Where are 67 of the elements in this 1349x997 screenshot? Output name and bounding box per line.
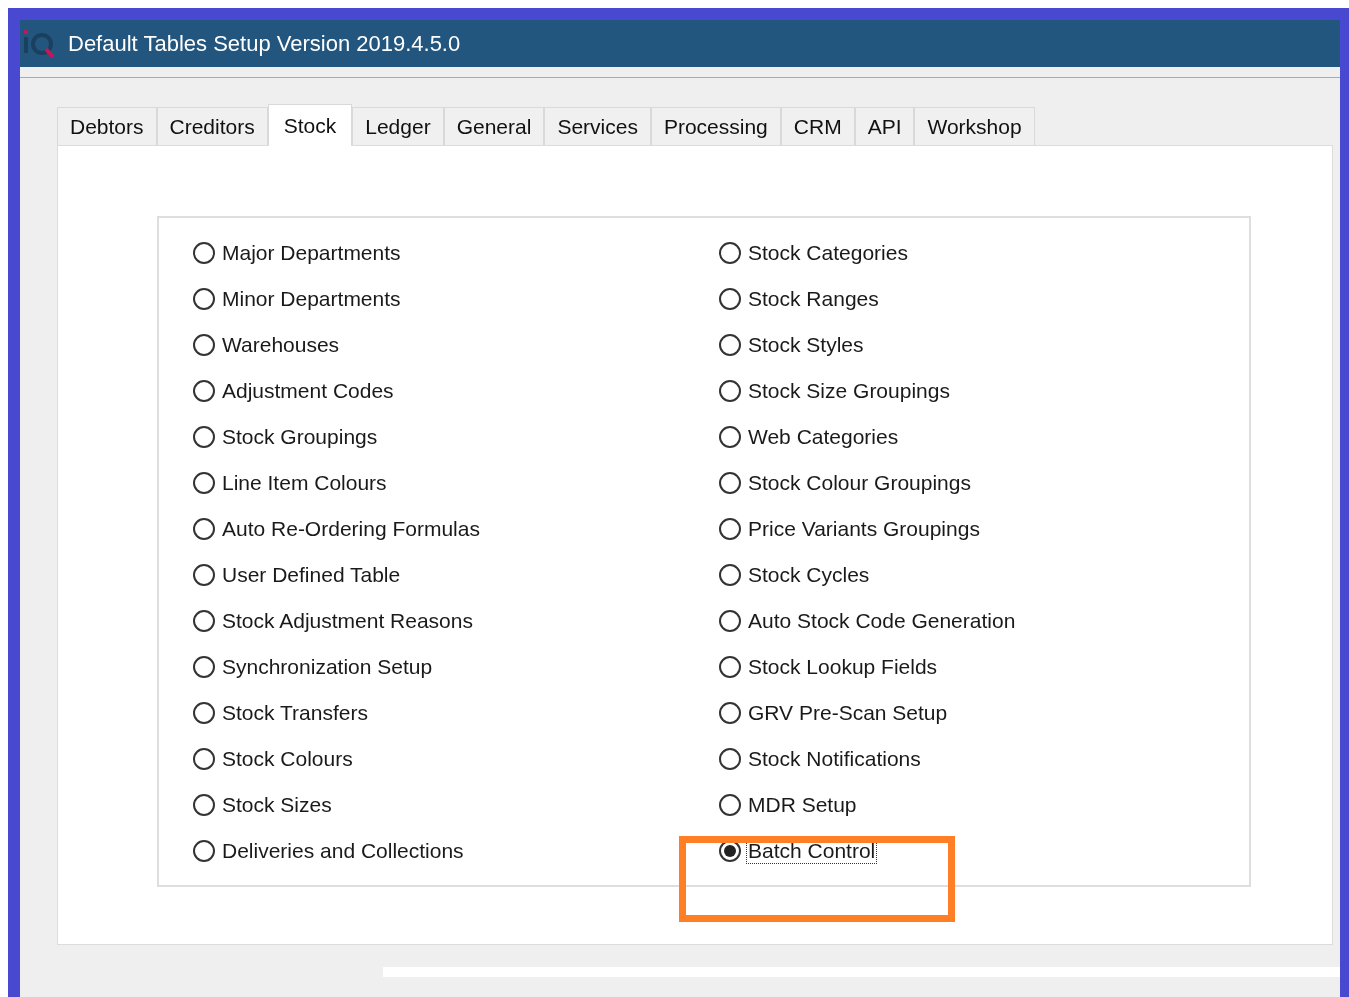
radio-button[interactable] bbox=[193, 656, 215, 678]
option-label[interactable]: Warehouses bbox=[221, 333, 341, 357]
tab[interactable]: CRM bbox=[780, 107, 855, 145]
radio-button[interactable] bbox=[719, 794, 741, 816]
window-title: Default Tables Setup Version 2019.4.5.0 bbox=[68, 30, 461, 57]
radio-button[interactable] bbox=[193, 748, 215, 770]
option-label[interactable]: Stock Notifications bbox=[747, 747, 922, 771]
option-label[interactable]: User Defined Table bbox=[221, 563, 402, 587]
option-label[interactable]: Stock Transfers bbox=[221, 701, 369, 725]
radio-button[interactable] bbox=[719, 656, 741, 678]
option-label[interactable]: Major Departments bbox=[221, 241, 402, 265]
option-label[interactable]: Stock Sizes bbox=[221, 793, 333, 817]
option-label[interactable]: Stock Colours bbox=[221, 747, 354, 771]
radio-button[interactable] bbox=[193, 242, 215, 264]
option-label[interactable]: Line Item Colours bbox=[221, 471, 388, 495]
radio-button[interactable] bbox=[719, 472, 741, 494]
radio-button[interactable] bbox=[193, 472, 215, 494]
radio-button[interactable] bbox=[193, 794, 215, 816]
option-label[interactable]: Stock Size Groupings bbox=[747, 379, 951, 403]
radio-button[interactable] bbox=[193, 426, 215, 448]
option-label[interactable]: MDR Setup bbox=[747, 793, 858, 817]
radio-button[interactable] bbox=[193, 334, 215, 356]
tab[interactable]: Workshop bbox=[914, 107, 1035, 145]
logo-icon bbox=[22, 28, 56, 59]
tab[interactable]: API bbox=[854, 107, 915, 145]
tab[interactable]: Stock bbox=[267, 104, 353, 146]
option-label[interactable]: Stock Lookup Fields bbox=[747, 655, 939, 679]
radio-button[interactable] bbox=[719, 288, 741, 310]
option-label[interactable]: Stock Styles bbox=[747, 333, 865, 357]
option-label[interactable]: Deliveries and Collections bbox=[221, 839, 465, 863]
radio-button[interactable] bbox=[193, 518, 215, 540]
radio-button[interactable] bbox=[193, 610, 215, 632]
tab[interactable]: General bbox=[443, 107, 545, 145]
option-label[interactable]: GRV Pre-Scan Setup bbox=[747, 701, 949, 725]
radio-button[interactable] bbox=[719, 564, 741, 586]
option-label[interactable]: Batch Control bbox=[747, 839, 877, 863]
radio-button[interactable] bbox=[719, 380, 741, 402]
radio-button[interactable] bbox=[719, 426, 741, 448]
option-label[interactable]: Price Variants Groupings bbox=[747, 517, 981, 541]
radio-button[interactable] bbox=[719, 748, 741, 770]
option-label[interactable]: Stock Cycles bbox=[747, 563, 871, 587]
option-label[interactable]: Auto Re-Ordering Formulas bbox=[221, 517, 481, 541]
option-label[interactable]: Web Categories bbox=[747, 425, 900, 449]
option-label[interactable]: Stock Adjustment Reasons bbox=[221, 609, 474, 633]
radio-button[interactable] bbox=[193, 702, 215, 724]
tab[interactable]: Services bbox=[544, 107, 651, 145]
option-label[interactable]: Stock Categories bbox=[747, 241, 909, 265]
radio-button[interactable] bbox=[719, 702, 741, 724]
option-label[interactable]: Synchronization Setup bbox=[221, 655, 434, 679]
radio-button[interactable] bbox=[719, 610, 741, 632]
radio-button[interactable] bbox=[193, 564, 215, 586]
radio-button[interactable] bbox=[193, 380, 215, 402]
radio-button[interactable] bbox=[719, 334, 741, 356]
option-label[interactable]: Auto Stock Code Generation bbox=[747, 609, 1017, 633]
radio-button[interactable] bbox=[719, 242, 741, 264]
tab[interactable]: Debtors bbox=[57, 107, 157, 145]
option-label[interactable]: Adjustment Codes bbox=[221, 379, 395, 403]
radio-button[interactable] bbox=[193, 288, 215, 310]
radio-button[interactable] bbox=[719, 518, 741, 540]
option-label[interactable]: Stock Groupings bbox=[221, 425, 379, 449]
tab[interactable]: Creditors bbox=[156, 107, 268, 145]
radio-button[interactable] bbox=[193, 840, 215, 862]
tab[interactable]: Ledger bbox=[352, 107, 444, 145]
option-label[interactable]: Minor Departments bbox=[221, 287, 402, 311]
tab[interactable]: Processing bbox=[650, 107, 781, 145]
option-label[interactable]: Stock Ranges bbox=[747, 287, 880, 311]
option-label[interactable]: Stock Colour Groupings bbox=[747, 471, 972, 495]
